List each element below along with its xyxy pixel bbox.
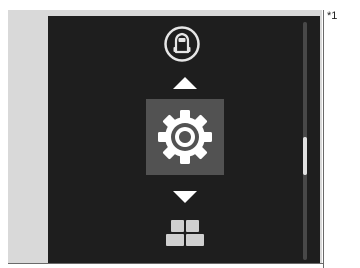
gear-icon (158, 110, 212, 164)
frame-right-rule (323, 10, 324, 268)
car-icon[interactable] (163, 25, 201, 63)
triangle-down-icon[interactable] (172, 190, 198, 204)
apps-icon[interactable] (163, 218, 207, 248)
triangle-up-icon[interactable] (172, 76, 198, 90)
scrollbar-thumb[interactable] (303, 137, 307, 175)
footnote-marker: *1 (327, 10, 338, 22)
frame-bottom-rule (8, 263, 324, 264)
settings-menu-item[interactable] (146, 99, 224, 175)
